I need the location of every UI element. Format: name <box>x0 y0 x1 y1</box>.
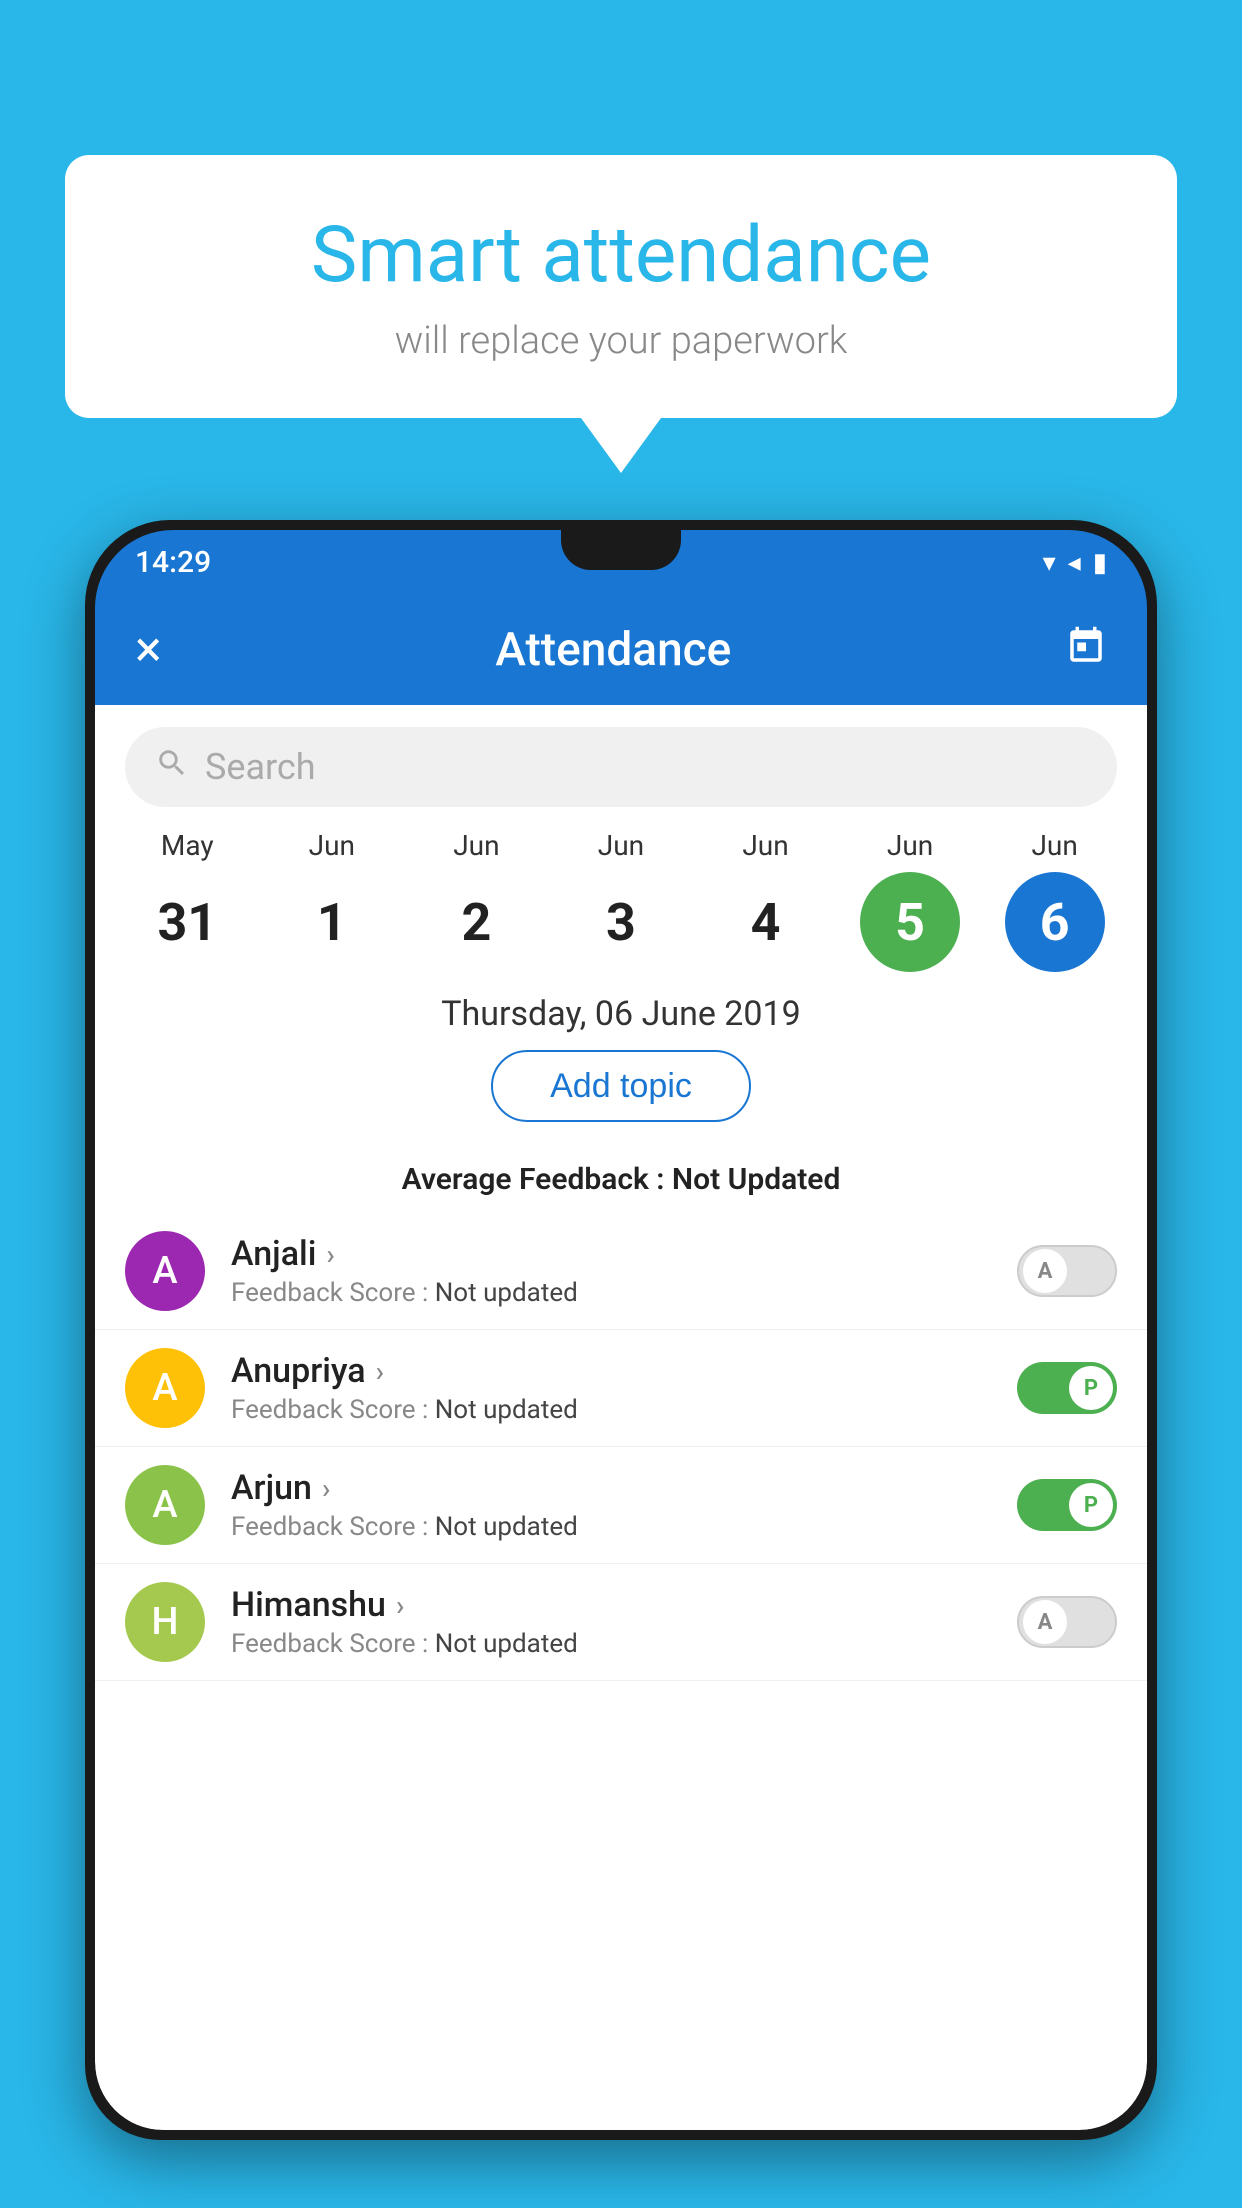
search-placeholder: Search <box>205 746 316 788</box>
student-item[interactable]: A Arjun › Feedback Score : Not updated P <box>95 1447 1147 1564</box>
avg-feedback-label: Average Feedback : <box>402 1162 665 1197</box>
calendar-strip: May 31 Jun 1 Jun 2 Jun 3 Jun 4 Jun 5 Jun 6 <box>95 807 1147 972</box>
student-avatar: A <box>125 1348 205 1428</box>
wifi-icon: ▾ <box>1043 548 1056 578</box>
search-icon <box>155 746 189 789</box>
cal-month: Jun <box>309 829 355 862</box>
avg-feedback: Average Feedback : Not Updated <box>95 1162 1147 1197</box>
calendar-day[interactable]: Jun 6 <box>995 829 1115 972</box>
app-title: Attendance <box>495 623 731 677</box>
cal-date: 5 <box>860 872 960 972</box>
calendar-day[interactable]: Jun 1 <box>272 829 392 972</box>
attendance-toggle[interactable]: A <box>1017 1596 1117 1648</box>
speech-bubble: Smart attendance will replace your paper… <box>65 155 1177 418</box>
screen-content: Search May 31 Jun 1 Jun 2 Jun 3 Jun 4 Jun 5 Jun 6 Thu… <box>95 705 1147 2130</box>
student-avatar: A <box>125 1231 205 1311</box>
signal-icon: ◂ <box>1068 548 1081 578</box>
speech-bubble-subtitle: will replace your paperwork <box>125 319 1117 363</box>
student-feedback: Feedback Score : Not updated <box>231 1512 991 1542</box>
chevron-icon: › <box>376 1355 384 1388</box>
phone-notch <box>561 530 681 570</box>
phone-inner: 14:29 ▾ ◂ ▮ × Attendance <box>95 530 1147 2130</box>
phone-container: 14:29 ▾ ◂ ▮ × Attendance <box>85 520 1157 2208</box>
student-feedback: Feedback Score : Not updated <box>231 1395 991 1425</box>
chevron-icon: › <box>326 1238 334 1271</box>
calendar-day[interactable]: Jun 4 <box>706 829 826 972</box>
cal-date: 3 <box>571 872 671 972</box>
speech-bubble-arrow <box>581 418 661 473</box>
student-list: AAnjali ›Feedback Score : Not updatedAAA… <box>95 1213 1147 1681</box>
student-name: Anjali › <box>231 1234 991 1274</box>
cal-month: Jun <box>742 829 788 862</box>
close-icon[interactable]: × <box>135 621 162 679</box>
student-name: Anupriya › <box>231 1351 991 1391</box>
add-topic-button[interactable]: Add topic <box>491 1050 751 1122</box>
calendar-icon[interactable] <box>1065 625 1107 676</box>
search-bar[interactable]: Search <box>125 727 1117 807</box>
student-info: Anjali › Feedback Score : Not updated <box>231 1234 991 1308</box>
calendar-day[interactable]: Jun 3 <box>561 829 681 972</box>
student-item[interactable]: A Anupriya › Feedback Score : Not updated P <box>95 1330 1147 1447</box>
cal-month: May <box>161 829 214 862</box>
status-icons: ▾ ◂ ▮ <box>1043 548 1107 578</box>
chevron-icon: › <box>396 1589 404 1622</box>
calendar-day[interactable]: Jun 5 <box>850 829 970 972</box>
cal-date: 2 <box>426 872 526 972</box>
toggle-knob: A <box>1023 1600 1067 1644</box>
cal-date: 4 <box>716 872 816 972</box>
student-info: Anupriya › Feedback Score : Not updated <box>231 1351 991 1425</box>
cal-date: 6 <box>1005 872 1105 972</box>
student-avatar: A <box>125 1465 205 1545</box>
student-item[interactable]: H Himanshu › Feedback Score : Not updated A <box>95 1564 1147 1681</box>
status-bar: 14:29 ▾ ◂ ▮ <box>95 530 1147 595</box>
student-feedback: Feedback Score : Not updated <box>231 1278 991 1308</box>
app-bar: × Attendance <box>95 595 1147 705</box>
cal-month: Jun <box>453 829 499 862</box>
student-item[interactable]: A Anjali › Feedback Score : Not updated A <box>95 1213 1147 1330</box>
student-name: Arjun › <box>231 1468 991 1508</box>
student-info: Arjun › Feedback Score : Not updated <box>231 1468 991 1542</box>
cal-month: Jun <box>598 829 644 862</box>
speech-bubble-title: Smart attendance <box>125 210 1117 301</box>
cal-month: Jun <box>887 829 933 862</box>
student-avatar: H <box>125 1582 205 1662</box>
selected-date: Thursday, 06 June 2019 <box>95 972 1147 1050</box>
attendance-toggle[interactable]: P <box>1017 1362 1117 1414</box>
student-name: Himanshu › <box>231 1585 991 1625</box>
chevron-icon: › <box>322 1472 330 1505</box>
attendance-toggle[interactable]: A <box>1017 1245 1117 1297</box>
avg-feedback-value: Not Updated <box>672 1162 840 1197</box>
status-time: 14:29 <box>135 545 211 580</box>
phone-outer: 14:29 ▾ ◂ ▮ × Attendance <box>85 520 1157 2140</box>
cal-month: Jun <box>1031 829 1077 862</box>
toggle-knob: P <box>1069 1366 1113 1410</box>
battery-icon: ▮ <box>1093 548 1107 578</box>
calendar-day[interactable]: Jun 2 <box>416 829 536 972</box>
speech-bubble-container: Smart attendance will replace your paper… <box>65 155 1177 473</box>
cal-date: 31 <box>137 872 237 972</box>
student-info: Himanshu › Feedback Score : Not updated <box>231 1585 991 1659</box>
toggle-knob: A <box>1023 1249 1067 1293</box>
attendance-toggle[interactable]: P <box>1017 1479 1117 1531</box>
student-feedback: Feedback Score : Not updated <box>231 1629 991 1659</box>
cal-date: 1 <box>282 872 382 972</box>
toggle-knob: P <box>1069 1483 1113 1527</box>
calendar-day[interactable]: May 31 <box>127 829 247 972</box>
